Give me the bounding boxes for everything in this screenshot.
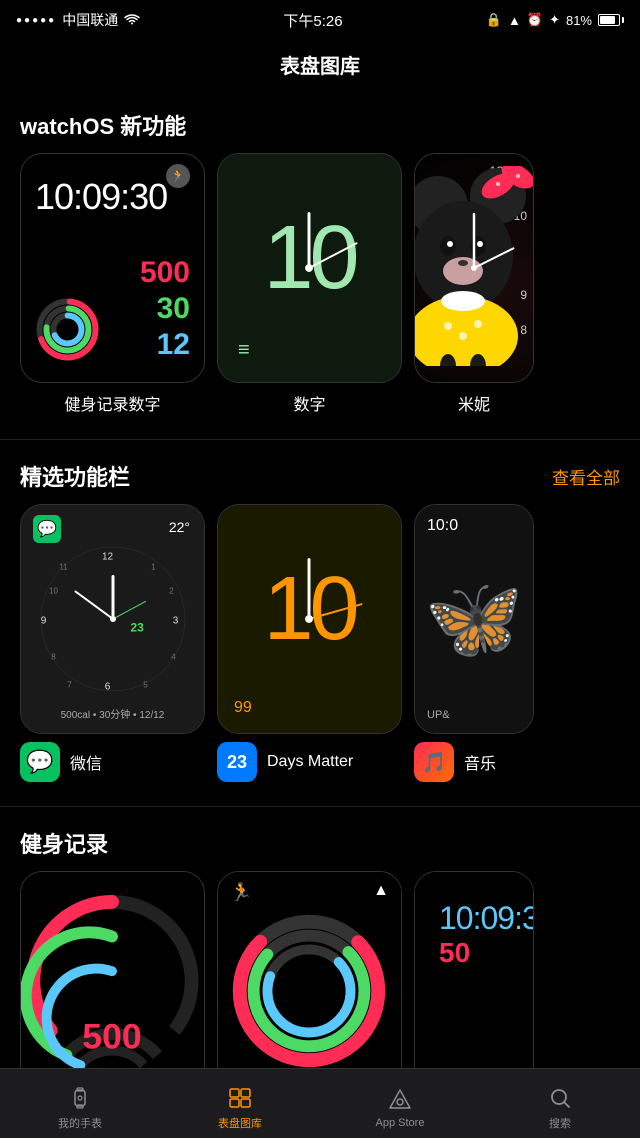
app-store-icon <box>387 1087 413 1113</box>
card-wrapper-activity: 🏃 ▲ <box>217 871 402 1101</box>
stat-minutes: 30 <box>140 292 190 326</box>
face-gallery-icon <box>227 1085 253 1111</box>
digital-stat: 50 <box>439 937 519 969</box>
wechat-app-icon: 💬 <box>33 515 61 543</box>
my-watch-label: 我的手表 <box>58 1115 102 1131</box>
featured-cards-row: 💬 22° 12 3 6 9 1 11 4 <box>0 504 640 782</box>
svg-text:12: 12 <box>101 552 113 563</box>
health-cards-row: 500 🏃 ▲ <box>0 871 640 1101</box>
days-matter-icon: 23 <box>217 742 257 782</box>
tab-app-store[interactable]: App Store <box>320 1079 480 1129</box>
card-wrapper-digital: 10:09:3 50 <box>414 871 534 1101</box>
stat-hours: 12 <box>140 328 190 362</box>
carrier-name: 中国联通 <box>62 10 118 30</box>
card-wrapper-minnie: 12 11 10 9 8 <box>414 153 534 415</box>
butterfly-bottom-text: UP& <box>427 709 450 721</box>
tab-face-gallery[interactable]: 表盘图库 <box>160 1077 320 1131</box>
watch-card-fitness[interactable]: 🏃 10:09:30 <box>20 153 205 383</box>
alarm-icon: ⏰ <box>527 12 543 28</box>
location-icon: ▲ <box>508 13 521 28</box>
watch-card-digital[interactable]: 10:09:3 50 <box>414 871 534 1101</box>
card-wrapper-wechat: 💬 22° 12 3 6 9 1 11 4 <box>20 504 205 782</box>
wechat-temperature: 22° <box>169 519 190 535</box>
digital-time-display: 10:09:3 <box>439 900 519 937</box>
lock-icon: 🔒 <box>486 12 502 28</box>
watch-card-wechat[interactable]: 💬 22° 12 3 6 9 1 11 4 <box>20 504 205 734</box>
watchos-cards-row: 🏃 10:09:30 <box>0 153 640 415</box>
face-gallery-label: 表盘图库 <box>218 1115 262 1131</box>
svg-text:9: 9 <box>40 616 46 627</box>
bluetooth-icon: ✦ <box>549 12 560 28</box>
music-label: 音乐 <box>464 750 496 774</box>
content-area: watchOS 新功能 🏃 10:09:30 <box>0 93 640 1121</box>
orange-99: 99 <box>234 699 252 717</box>
status-right: 🔒 ▲ ⏰ ✦ 81% <box>486 12 624 28</box>
wechat-icon: 💬 <box>20 742 60 782</box>
app-item-music: 🎵 音乐 <box>414 742 534 782</box>
stat-calories: 500 <box>140 256 190 290</box>
days-matter-label: Days Matter <box>267 753 353 771</box>
svg-text:3: 3 <box>172 616 178 627</box>
butterfly-time: 10:0 <box>427 517 458 535</box>
section-title-3: 健身记录 <box>20 827 108 859</box>
wechat-label: 微信 <box>70 750 102 774</box>
numeral-menu-icon: ≡ <box>238 339 250 362</box>
battery-percent: 81% <box>566 13 592 28</box>
svg-text:2: 2 <box>169 587 174 596</box>
tab-search[interactable]: 搜索 <box>480 1077 640 1131</box>
section-header-2: 精选功能栏 查看全部 <box>0 444 640 504</box>
card-wrapper-butterfly: 🦋 10:0 UP& 🎵 音乐 <box>414 504 534 782</box>
status-time: 下午5:26 <box>283 10 342 31</box>
svg-text:23: 23 <box>130 621 144 635</box>
app-store-label: App Store <box>376 1117 425 1129</box>
svg-text:7: 7 <box>67 681 72 690</box>
watch-card-numerals[interactable]: 10 ≡ <box>217 153 402 383</box>
section-header-1: watchOS 新功能 <box>0 93 640 153</box>
card-wrapper-orange: 10 99 23 Days Matter <box>217 504 402 782</box>
fitness-time-display: 10:09:30 <box>35 176 190 218</box>
tab-my-watch[interactable]: 我的手表 <box>0 1077 160 1131</box>
wechat-stats: 500cal • 30分钟 • 12/12 <box>21 706 204 721</box>
app-item-wechat: 💬 微信 <box>20 742 205 782</box>
run-icon: 🏃 <box>166 164 190 188</box>
tab-bar: 我的手表 表盘图库 App Store 搜索 <box>0 1068 640 1138</box>
card-wrapper-gauge: 500 <box>20 871 205 1101</box>
card-label-numerals: 数字 <box>293 391 325 415</box>
card-label-fitness: 健身记录数字 <box>64 391 160 415</box>
svg-text:500: 500 <box>82 1016 141 1056</box>
fitness-rings <box>35 297 100 362</box>
divider-1 <box>0 439 640 440</box>
svg-text:5: 5 <box>143 681 148 690</box>
watch-card-gauge[interactable]: 500 <box>20 871 205 1101</box>
card-wrapper-fitness: 🏃 10:09:30 <box>20 153 205 415</box>
see-all-link[interactable]: 查看全部 <box>552 464 620 489</box>
section-title-1: watchOS 新功能 <box>20 109 186 141</box>
status-left: ●●●●● 中国联通 <box>16 10 140 30</box>
section-title-2: 精选功能栏 <box>20 460 130 492</box>
fitness-stats: 500 30 12 <box>140 256 190 362</box>
svg-text:10: 10 <box>49 587 58 596</box>
section-header-3: 健身记录 <box>0 811 640 871</box>
card-wrapper-numerals: 10 ≡ 数字 <box>217 153 402 415</box>
divider-2 <box>0 806 640 807</box>
watch-card-minnie[interactable]: 12 11 10 9 8 <box>414 153 534 383</box>
card-label-minnie: 米妮 <box>458 391 490 415</box>
search-icon <box>547 1085 573 1111</box>
svg-text:1: 1 <box>151 563 156 572</box>
section-watchos-new: watchOS 新功能 🏃 10:09:30 <box>0 93 640 435</box>
search-label: 搜索 <box>549 1115 571 1131</box>
wifi-icon <box>124 12 140 28</box>
signal-dots: ●●●●● <box>16 15 56 26</box>
section-featured: 精选功能栏 查看全部 💬 22° 12 3 6 9 <box>0 444 640 802</box>
page-title: 表盘图库 <box>0 40 640 93</box>
battery-icon <box>598 14 624 26</box>
my-watch-icon <box>67 1085 93 1111</box>
watch-card-activity[interactable]: 🏃 ▲ <box>217 871 402 1101</box>
watch-card-butterfly[interactable]: 🦋 10:0 UP& <box>414 504 534 734</box>
app-item-days: 23 Days Matter <box>217 742 402 782</box>
butterfly-image: 🦋 <box>424 572 524 666</box>
music-icon: 🎵 <box>414 742 454 782</box>
status-bar: ●●●●● 中国联通 下午5:26 🔒 ▲ ⏰ ✦ 81% <box>0 0 640 40</box>
watch-card-orange[interactable]: 10 99 <box>217 504 402 734</box>
